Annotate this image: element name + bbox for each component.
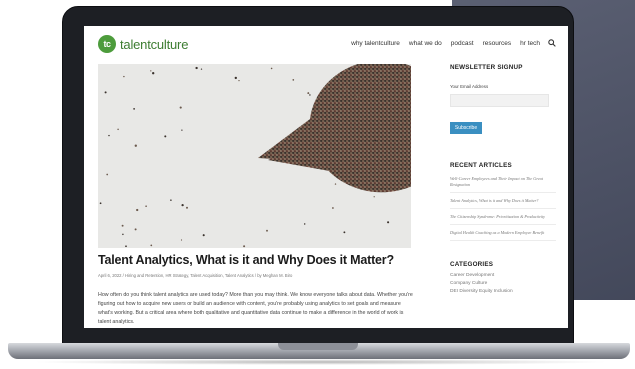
scattered-person: [150, 244, 153, 247]
recent-article-link[interactable]: The Citizenship Syndrome: Prioritization…: [450, 209, 556, 225]
scattered-person: [122, 233, 124, 236]
scattered-person: [374, 139, 377, 142]
scattered-person: [357, 95, 359, 98]
scattered-person: [99, 202, 102, 205]
scattered-person: [361, 89, 363, 92]
scattered-person: [186, 206, 188, 209]
scattered-person: [170, 199, 172, 201]
scattered-person: [180, 239, 183, 241]
site-logo[interactable]: tc talentculture: [98, 35, 188, 53]
scattered-person: [238, 79, 240, 82]
recent-articles-list: Well-Career Employees and Their Impact o…: [450, 171, 556, 241]
laptop-shadow: [30, 359, 610, 365]
nav-podcast[interactable]: podcast: [451, 40, 474, 47]
post-excerpt: How often do you think talent analytics …: [98, 292, 413, 325]
scattered-person: [373, 196, 375, 198]
laptop-screen: tc talentculture why talentculture what …: [84, 26, 568, 328]
scattered-person: [303, 223, 306, 225]
hero-image[interactable]: [98, 64, 411, 248]
nav-hr-tech[interactable]: hr tech: [520, 40, 540, 47]
categories-list: Career Development Company Culture DEI D…: [450, 271, 556, 295]
scattered-person: [307, 92, 310, 95]
recent-article-link[interactable]: Talent Analytics, What is it and Why Doe…: [450, 193, 556, 209]
scattered-person: [270, 67, 273, 70]
recent-article-link[interactable]: Digital Health Coaching as a Modern Empl…: [450, 225, 556, 241]
category-link[interactable]: DEI Diversity Equity Inclusion: [450, 287, 556, 295]
scattered-person: [164, 135, 167, 138]
scattered-person: [377, 167, 379, 170]
nav-what-we-do[interactable]: what we do: [409, 40, 442, 47]
scattered-person: [200, 68, 203, 70]
email-field[interactable]: [450, 94, 549, 107]
nav-resources[interactable]: resources: [483, 40, 512, 47]
scattered-person: [125, 245, 127, 248]
categories-heading: CATEGORIES: [450, 261, 494, 268]
crowd-pie-image: [98, 64, 411, 248]
search-icon[interactable]: [548, 39, 556, 47]
scattered-person: [150, 70, 152, 72]
scattered-person: [309, 94, 311, 96]
scattered-person: [181, 203, 184, 207]
scattered-person: [121, 224, 124, 227]
scattered-person: [387, 221, 390, 224]
recent-article-link[interactable]: Well-Career Employees and Their Impact o…: [450, 171, 556, 193]
subscribe-button[interactable]: Subscribe: [450, 122, 482, 134]
sidebar: NEWSLETTER SIGNUP Your Email Address Sub…: [450, 64, 556, 295]
scattered-person: [344, 88, 347, 90]
scattered-person: [133, 108, 135, 110]
post-meta: April 6, 2022 / Hiring and Retention, HR…: [98, 273, 293, 278]
scattered-person: [378, 82, 381, 85]
scattered-person: [243, 245, 246, 248]
scattered-person: [292, 79, 295, 81]
scattered-person: [108, 134, 110, 137]
logo-text: talentculture: [120, 36, 189, 52]
scattered-person: [332, 207, 334, 209]
scattered-person: [134, 228, 137, 231]
category-link[interactable]: Career Development: [450, 271, 556, 279]
laptop-notch: [278, 343, 358, 350]
site-header: tc talentculture why talentculture what …: [84, 26, 568, 62]
scattered-person: [181, 129, 183, 131]
category-link[interactable]: Company Culture: [450, 279, 556, 287]
scattered-person: [396, 122, 398, 125]
post-title[interactable]: Talent Analytics, What is it and Why Doe…: [98, 253, 418, 267]
scattered-person: [266, 229, 268, 232]
scattered-person: [117, 128, 119, 131]
scattered-person: [195, 66, 198, 70]
recent-articles-heading: RECENT ARTICLES: [450, 162, 512, 169]
scattered-person: [123, 75, 125, 78]
scattered-person: [106, 173, 109, 176]
main-nav: why talentculture what we do podcast res…: [342, 39, 556, 47]
newsletter-heading: NEWSLETTER SIGNUP: [450, 64, 523, 71]
scattered-person: [179, 106, 182, 109]
scattered-person: [134, 144, 137, 147]
logo-mark-icon: tc: [98, 35, 116, 53]
scattered-person: [234, 76, 237, 80]
nav-why-talentculture[interactable]: why talentculture: [351, 40, 400, 47]
scattered-person: [136, 208, 139, 212]
scattered-person: [104, 91, 107, 94]
scattered-person: [380, 187, 383, 190]
scattered-person: [145, 205, 147, 208]
scattered-person: [334, 183, 337, 185]
scattered-person: [343, 231, 346, 234]
scattered-person: [152, 72, 155, 75]
scattered-person: [202, 234, 205, 237]
email-label: Your Email Address: [450, 84, 489, 89]
